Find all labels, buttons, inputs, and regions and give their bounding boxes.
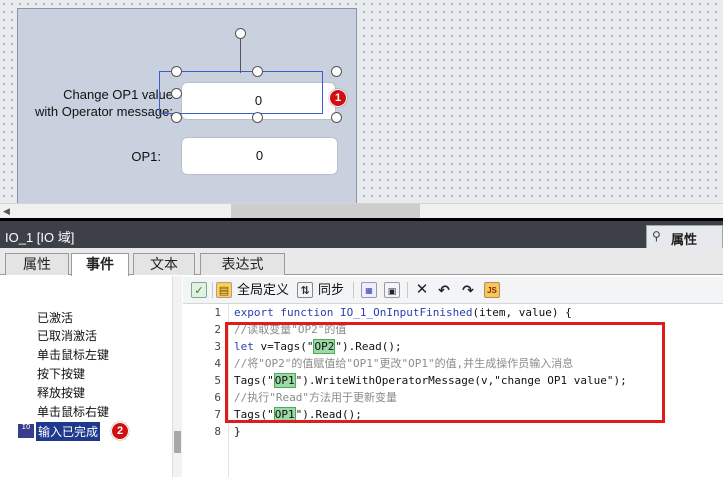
function-params: (item, value) { xyxy=(472,306,572,319)
resize-handle-top-left[interactable] xyxy=(171,66,182,77)
event-item-key-down[interactable]: 按下按键 xyxy=(37,366,85,382)
hmi-canvas[interactable]: Change OP1 value with Operator message: … xyxy=(0,0,723,203)
check-syntax-icon[interactable]: ✓ xyxy=(191,282,207,298)
line-number-gutter: 1 2 3 4 5 6 7 8 xyxy=(183,304,229,477)
tab-properties[interactable]: 属性 xyxy=(5,253,69,275)
event-list: 已激活 已取消激活 单击鼠标左键 按下按键 释放按键 单击鼠标右键 IO 输入已… xyxy=(0,276,182,477)
change-op1-label: Change OP1 value with Operator message: xyxy=(18,86,173,120)
line-number: 5 xyxy=(214,374,221,387)
sync-icon[interactable]: ⇅ xyxy=(297,282,313,298)
resize-handle-top[interactable] xyxy=(252,66,263,77)
insert-icon[interactable]: ▣ xyxy=(384,282,400,298)
javascript-icon[interactable]: JS xyxy=(484,282,500,298)
undo-icon[interactable]: ↶ xyxy=(436,282,452,298)
inspector-title-bar: IO_1 [IO 域] xyxy=(0,221,723,248)
callout-badge-2: 2 xyxy=(111,422,129,440)
rotation-handle-stem xyxy=(240,33,241,73)
line-number: 3 xyxy=(214,340,221,353)
resize-handle-top-right[interactable] xyxy=(331,66,342,77)
line-number: 8 xyxy=(214,425,221,438)
inspector-title: IO_1 [IO 域] xyxy=(5,230,75,245)
scroll-left-arrow-icon[interactable]: ◀ xyxy=(3,206,10,217)
change-op1-label-line2: with Operator message: xyxy=(34,104,173,119)
resize-handle-bottom-right[interactable] xyxy=(331,112,342,123)
resize-handle-bottom[interactable] xyxy=(252,112,263,123)
canvas-horizontal-scrollbar[interactable]: ◀ xyxy=(0,203,723,219)
delete-icon[interactable]: ✕ xyxy=(414,282,430,298)
tab-expressions[interactable]: 表达式 xyxy=(200,253,285,275)
magnifier-icon: ⚲ xyxy=(652,229,661,243)
resize-handle-left[interactable] xyxy=(171,88,182,99)
snippet-icon[interactable]: ▦ xyxy=(361,282,377,298)
event-list-scrollbar[interactable] xyxy=(172,276,182,477)
function-name: IO_1_OnInputFinished xyxy=(339,306,473,319)
redo-icon[interactable]: ↷ xyxy=(460,282,476,298)
properties-view-tab-label: 属性 xyxy=(671,232,698,247)
keyword-function: function xyxy=(280,306,334,319)
toolbar-separator xyxy=(407,282,408,298)
event-item-key-up[interactable]: 释放按键 xyxy=(37,385,85,401)
change-op1-label-line1: Change OP1 value xyxy=(63,87,173,102)
line-number: 1 xyxy=(214,306,221,319)
keyword-export: export xyxy=(234,306,274,319)
code-line-1: export function IO_1_OnInputFinished(ite… xyxy=(234,304,572,321)
resize-handle-bottom-left[interactable] xyxy=(171,112,182,123)
rotation-handle[interactable] xyxy=(235,28,246,39)
event-item-input-finished-label: 输入已完成 xyxy=(36,422,101,441)
event-item-activated[interactable]: 已激活 xyxy=(37,310,73,326)
line-number: 4 xyxy=(214,357,221,370)
global-define-button[interactable]: 全局定义 xyxy=(237,281,289,299)
event-item-deactivated[interactable]: 已取消激活 xyxy=(37,328,97,344)
line-number: 7 xyxy=(214,408,221,421)
io-field-icon: IO xyxy=(18,424,34,438)
event-list-scrollbar-thumb[interactable] xyxy=(174,431,181,453)
global-define-icon[interactable]: ▤ xyxy=(216,282,232,298)
line-number: 6 xyxy=(214,391,221,404)
scrollbar-thumb[interactable] xyxy=(231,204,420,219)
line-number: 2 xyxy=(214,323,221,336)
toolbar-separator xyxy=(353,282,354,298)
tab-texts[interactable]: 文本 xyxy=(133,253,195,275)
callout-badge-1: 1 xyxy=(329,89,347,107)
sync-button[interactable]: 同步 xyxy=(318,281,344,299)
inspector-tabs: 属性 事件 文本 表达式 xyxy=(0,248,723,276)
event-item-left-click[interactable]: 单击鼠标左键 xyxy=(37,347,109,363)
properties-view-tab[interactable]: ⚲ 属性 xyxy=(646,225,723,248)
io-field-op1[interactable]: 0 xyxy=(181,137,338,175)
event-item-right-click[interactable]: 单击鼠标右键 xyxy=(37,404,109,420)
annotation-highlight-box xyxy=(225,322,665,423)
op1-label: OP1: xyxy=(131,149,161,164)
code-line-8: } xyxy=(234,425,241,438)
selection-frame xyxy=(159,71,323,114)
script-toolbar: ✓ ▤ 全局定义 ⇅ 同步 ▦ ▣ ✕ ↶ ↷ JS xyxy=(183,277,723,304)
toolbar-separator xyxy=(212,282,213,298)
tab-events[interactable]: 事件 xyxy=(71,253,129,276)
